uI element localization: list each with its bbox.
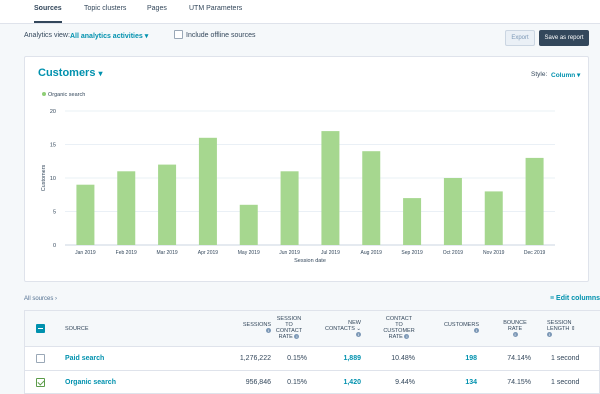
info-icon[interactable]: i <box>404 334 410 339</box>
customers-bar-chart: 0 5 10 15 20 Jan 2019 Feb 2019 Mar 2019 Apr 2019… <box>41 109 555 264</box>
bounce-rate-value: 74.15% <box>507 379 531 386</box>
x-tick-label: Dec 2019 <box>524 250 546 256</box>
chart-card: Customers ▾ Style: Column ▾ Organic sear… <box>24 56 589 282</box>
sort-icon: ⇕ <box>570 326 576 332</box>
sources-table: SOURCE SESSIONS i SESSION TO CONTACT RATE i … <box>24 310 600 394</box>
source-link[interactable]: Organic search <box>65 379 116 386</box>
session-to-contact-value: 0.15% <box>287 355 307 362</box>
x-tick-label: Aug 2019 <box>361 250 383 256</box>
bar <box>198 137 217 245</box>
table-header: SOURCE SESSIONS i SESSION TO CONTACT RATE i … <box>25 311 600 347</box>
x-tick-label: Nov 2019 <box>483 250 505 256</box>
col-sessions[interactable]: SESSIONS i <box>215 322 271 334</box>
col-customers[interactable]: CUSTOMERS i <box>433 322 479 334</box>
bar <box>403 198 422 245</box>
row-checkbox[interactable] <box>36 354 45 363</box>
x-tick-label: May 2019 <box>238 250 260 256</box>
analytics-view-label: Analytics view: <box>24 32 70 39</box>
new-contacts-link[interactable]: 1,889 <box>325 355 361 362</box>
table-row: Organic search 956,846 0.15% 1,420 9.44%… <box>25 371 600 394</box>
customers-link[interactable]: 134 <box>435 379 477 386</box>
bar <box>158 164 177 245</box>
select-all-checkbox[interactable] <box>36 324 45 333</box>
session-length-value: 1 second <box>551 355 580 362</box>
col-nc-line2: CONTACTS <box>325 326 355 332</box>
col-new-contacts[interactable]: NEW CONTACTS ⌄ i <box>325 320 361 338</box>
edit-columns-label: Edit columns <box>556 295 600 302</box>
bounce-rate-value: 74.14% <box>507 355 531 362</box>
bar <box>117 171 136 245</box>
bar <box>76 184 95 245</box>
col-session-to-contact-rate[interactable]: SESSION TO CONTACT RATE i <box>271 316 307 340</box>
col-sl-line2: LENGTH <box>547 326 570 332</box>
breadcrumb[interactable]: All sources › <box>24 296 57 302</box>
bar <box>362 151 381 245</box>
tab-pages[interactable]: Pages <box>147 0 167 23</box>
x-tick-label: Oct 2019 <box>443 250 464 256</box>
col-customers-label: CUSTOMERS <box>443 322 479 328</box>
contact-to-customer-value: 9.44% <box>395 379 415 386</box>
info-icon[interactable]: i <box>294 334 300 339</box>
chevron-right-icon: › <box>55 296 58 302</box>
customers-link[interactable]: 198 <box>435 355 477 362</box>
analytics-toolbar: Analytics view: All analytics activities… <box>24 29 584 45</box>
info-icon[interactable]: i <box>547 332 552 337</box>
col-c2c-line4: RATE <box>388 334 403 340</box>
bar <box>443 178 462 245</box>
x-tick-label: Apr 2019 <box>198 250 219 256</box>
info-icon[interactable]: i <box>512 332 518 337</box>
info-icon[interactable]: i <box>356 332 361 337</box>
sessions-value: 956,846 <box>245 379 271 386</box>
tab-utm-parameters[interactable]: UTM Parameters <box>189 0 242 23</box>
x-tick-label: Sep 2019 <box>401 250 423 256</box>
chevron-down-icon: ▾ <box>144 33 149 40</box>
col-contact-to-customer-rate[interactable]: CONTACT TO CUSTOMER RATE i <box>377 316 421 340</box>
x-tick-label: Jan 2019 <box>75 250 96 256</box>
export-button[interactable]: Export <box>505 30 535 46</box>
report-tabs: Sources Topic clusters Pages UTM Paramet… <box>0 0 600 24</box>
bar <box>280 171 299 245</box>
x-tick-label: Jul 2019 <box>321 250 340 256</box>
col-source[interactable]: SOURCE <box>65 326 89 332</box>
include-offline-label: Include offline sources <box>186 32 256 39</box>
save-as-report-button[interactable]: Save as report <box>539 30 589 46</box>
row-checkbox[interactable] <box>36 378 45 387</box>
new-contacts-link[interactable]: 1,420 <box>325 379 361 386</box>
y-tick-label: 5 <box>53 210 56 216</box>
edit-columns-link[interactable]: ≡ Edit columns <box>550 295 600 302</box>
tab-topic-clusters[interactable]: Topic clusters <box>84 0 126 23</box>
sessions-value: 1,276,222 <box>239 355 271 362</box>
x-tick-label: Mar 2019 <box>157 250 178 256</box>
session-to-contact-value: 0.15% <box>287 379 307 386</box>
x-axis-label: Session date <box>294 258 326 264</box>
y-tick-label: 0 <box>53 243 56 249</box>
contact-to-customer-value: 10.48% <box>391 355 415 362</box>
source-link[interactable]: Paid search <box>65 355 104 362</box>
y-tick-label: 15 <box>50 143 56 149</box>
info-icon[interactable]: i <box>474 328 479 333</box>
y-axis-label: Customers <box>41 164 47 191</box>
table-row: Paid search 1,276,222 0.15% 1,889 10.48%… <box>25 347 600 371</box>
col-bounce-rate[interactable]: BOUNCE RATE i <box>495 320 535 338</box>
breadcrumb-label: All sources <box>24 296 54 302</box>
col-s2c-line4: RATE <box>278 334 293 340</box>
col-sessions-label: SESSIONS <box>242 322 271 328</box>
session-length-value: 1 second <box>551 379 580 386</box>
columns-icon: ≡ <box>550 295 555 302</box>
x-tick-label: Feb 2019 <box>116 250 137 256</box>
col-session-length[interactable]: SESSION LENGTH ⇕ i <box>547 320 587 338</box>
analytics-view-dropdown[interactable]: All analytics activities ▾ <box>70 32 148 40</box>
y-tick-label: 10 <box>50 176 56 182</box>
bar <box>525 157 544 245</box>
x-tick-label: Jun 2019 <box>279 250 300 256</box>
bar <box>484 191 503 245</box>
bar <box>239 204 258 245</box>
bar <box>321 131 340 245</box>
analytics-view-value: All analytics activities <box>70 33 143 40</box>
y-tick-label: 20 <box>50 109 56 115</box>
tab-sources[interactable]: Sources <box>34 0 62 23</box>
include-offline-checkbox[interactable] <box>174 30 183 39</box>
